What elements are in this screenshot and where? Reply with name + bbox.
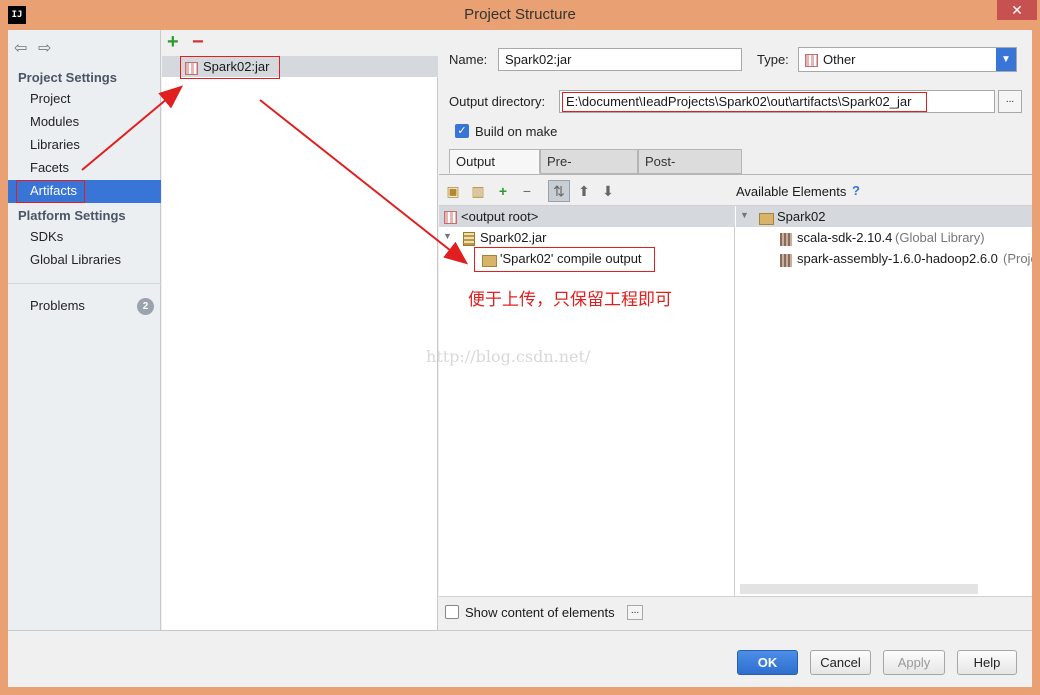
annotation-arrow-to-output (259, 99, 469, 265)
annotation-arrows (81, 85, 469, 265)
annotation-arrow-to-artifact (81, 85, 184, 171)
